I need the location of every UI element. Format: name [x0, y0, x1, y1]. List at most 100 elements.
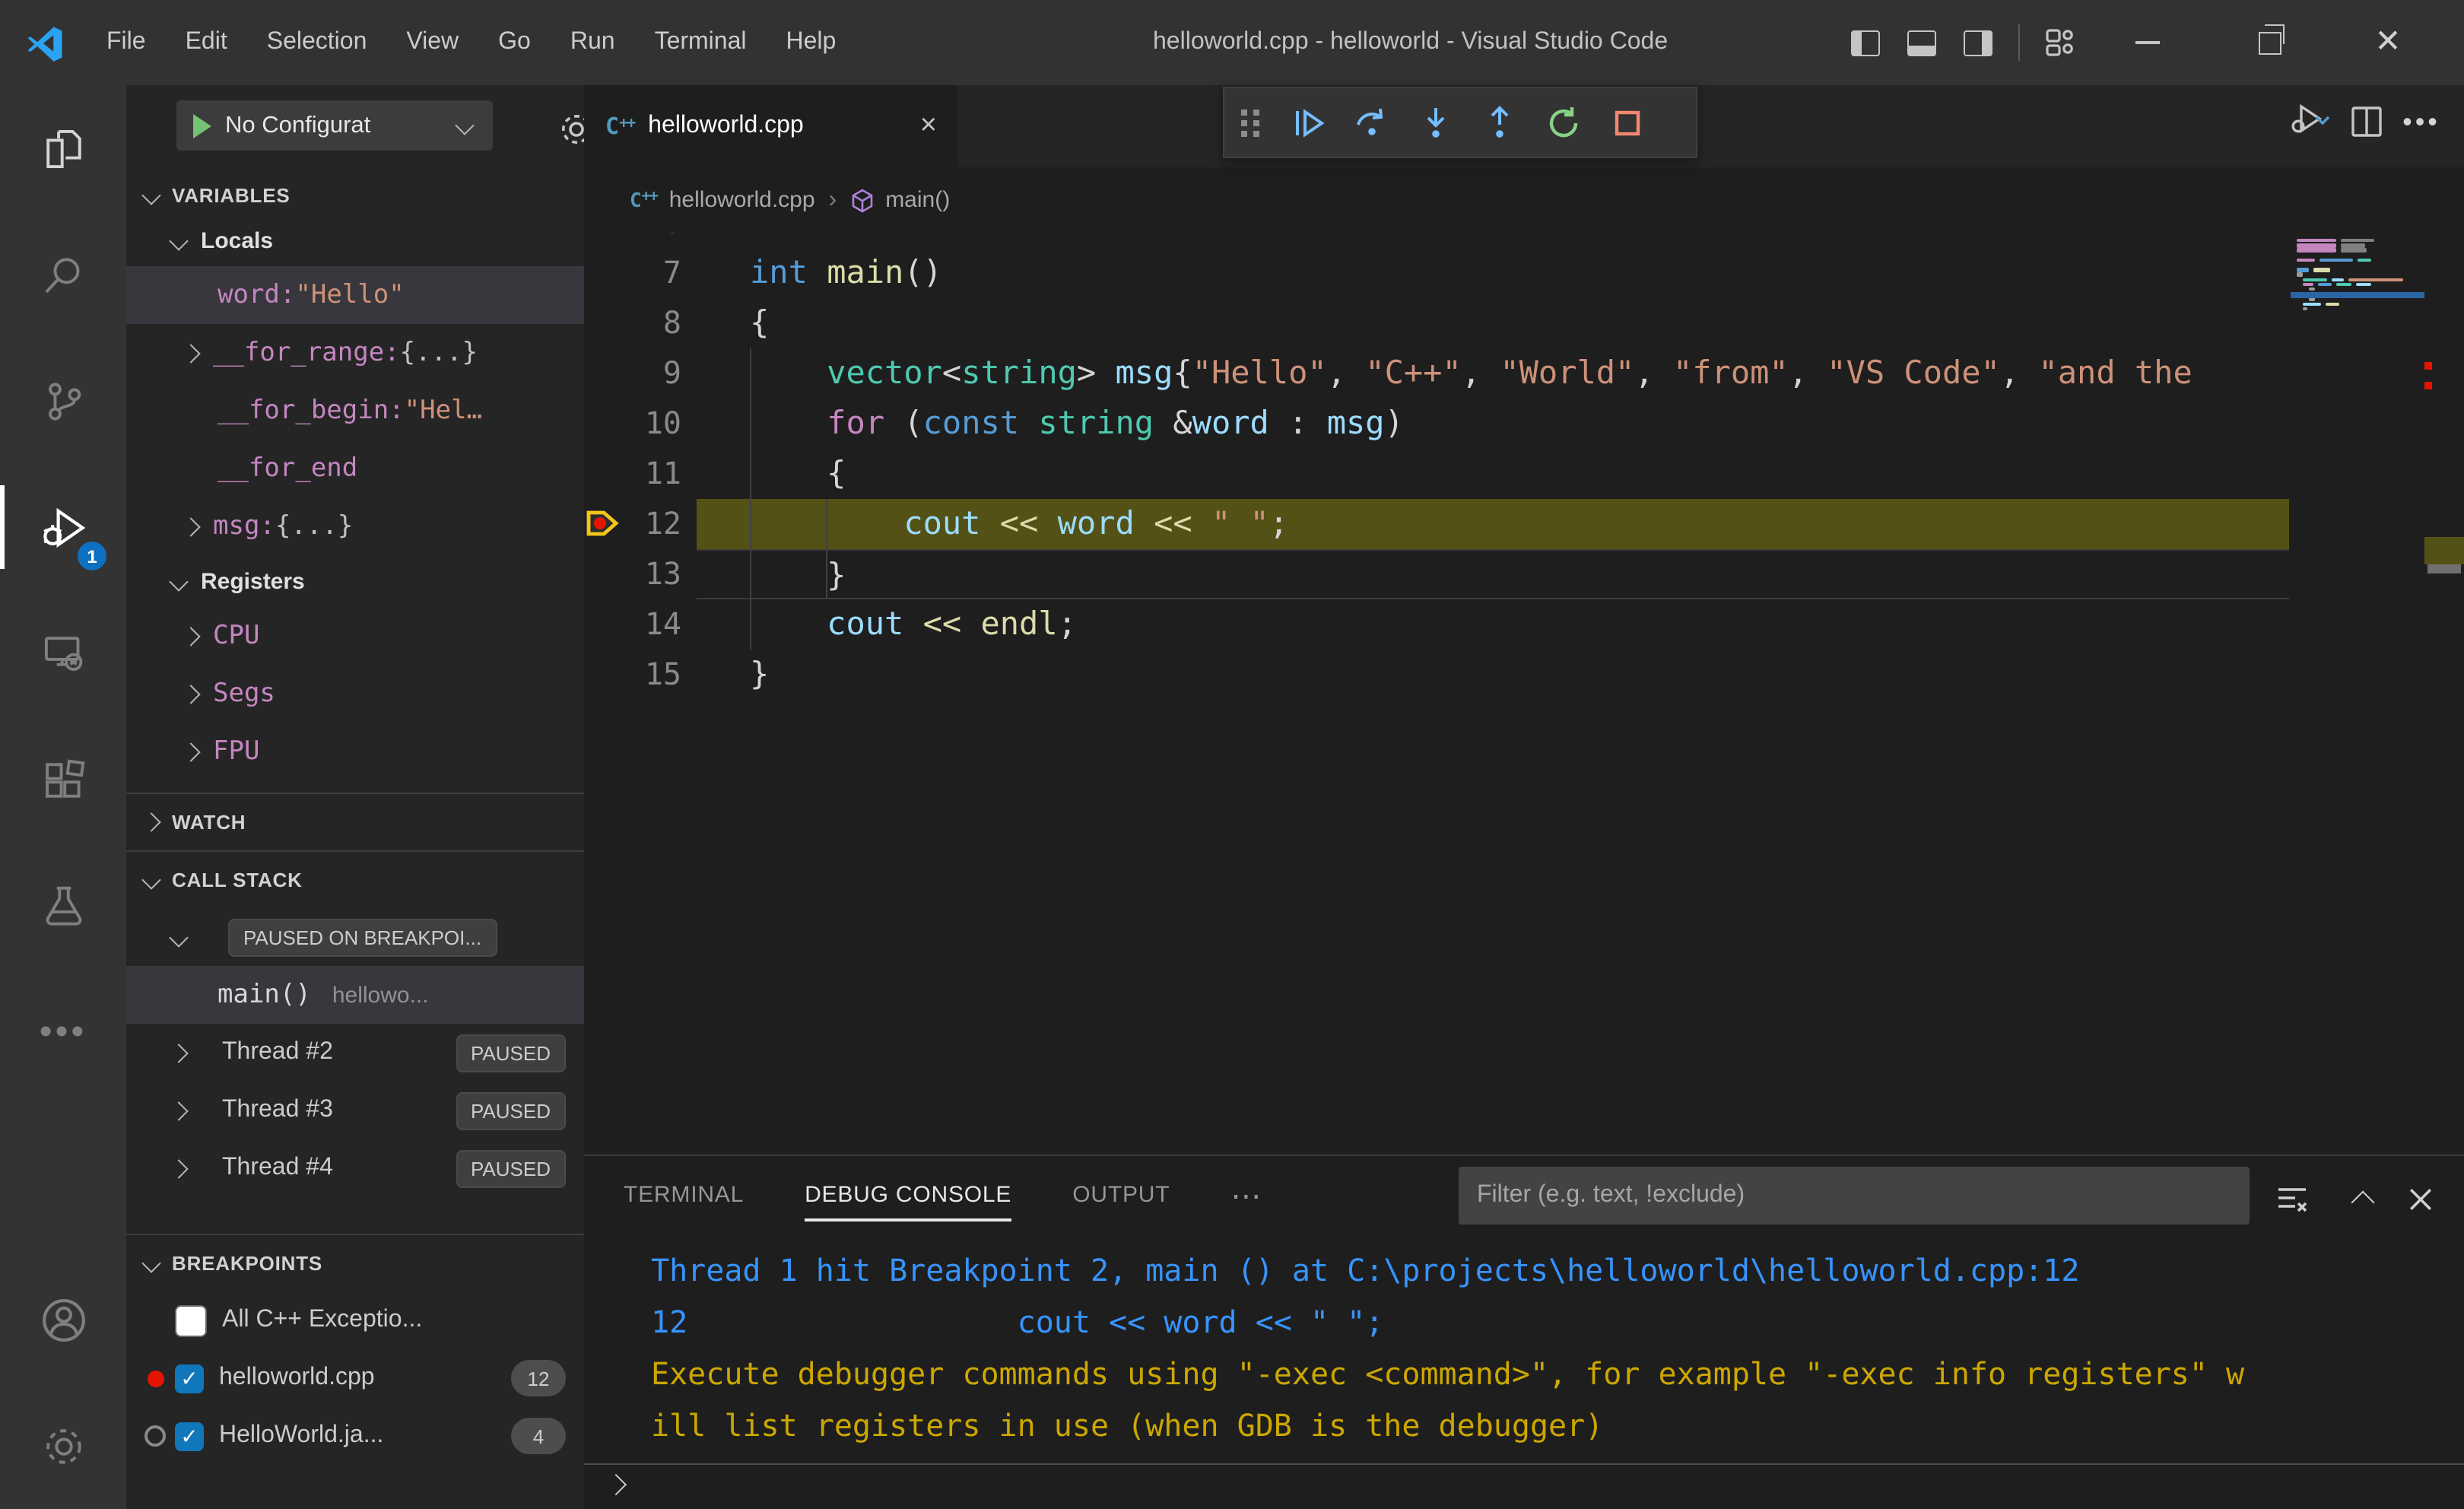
thread-row[interactable]: Thread #3 PAUSED [126, 1082, 584, 1139]
thread-row[interactable]: Thread #2 PAUSED [126, 1024, 584, 1082]
current-execution-line[interactable]: cout << word << " "; [697, 499, 2289, 549]
menu-run[interactable]: Run [551, 0, 635, 85]
thread-row[interactable]: Thread #4 PAUSED [126, 1139, 584, 1197]
breakpoint-checkbox[interactable]: ✓ [175, 1364, 204, 1393]
paused-on-breakpoint-badge: PAUSED ON BREAKPOI... [228, 918, 497, 956]
menu-terminal[interactable]: Terminal [635, 0, 767, 85]
menu-selection[interactable]: Selection [247, 0, 387, 85]
code-line[interactable]: { [697, 298, 2289, 348]
restore-icon[interactable] [2248, 21, 2291, 64]
register-group-row[interactable]: CPU [126, 607, 584, 665]
register-group-row[interactable]: FPU [126, 723, 584, 780]
panel-more-icon[interactable]: ⋯ [1230, 1177, 1264, 1215]
stop-icon[interactable] [1596, 92, 1659, 153]
breakpoint-row[interactable]: All C++ Exceptio... [126, 1291, 584, 1349]
close-icon[interactable]: ✕ [2367, 21, 2409, 64]
toggle-sidebar-icon[interactable] [1843, 21, 1886, 64]
line-number: 11 [644, 455, 681, 491]
breakpoints-section-header[interactable]: BREAKPOINTS [126, 1234, 584, 1291]
minimize-icon[interactable] [2135, 41, 2160, 44]
remote-explorer-icon[interactable] [0, 590, 126, 716]
variables-section-header[interactable]: VARIABLES [126, 175, 584, 214]
call-stack-section-header[interactable]: CALL STACK [126, 850, 584, 908]
code-line[interactable]: } [697, 650, 2289, 700]
variable-name: msg: [213, 511, 275, 542]
search-icon[interactable] [0, 211, 126, 338]
debug-console-output[interactable]: Thread 1 hit Breakpoint 2, main () at C:… [584, 1235, 2464, 1465]
close-panel-icon[interactable] [2397, 1176, 2443, 1221]
more-icon[interactable]: ••• [0, 969, 126, 1095]
continue-icon[interactable] [1276, 92, 1340, 153]
run-and-debug-icon[interactable]: 1 [0, 464, 126, 590]
variable-row[interactable]: msg: {...} [126, 497, 584, 555]
code-line[interactable]: { [697, 449, 2289, 499]
restart-icon[interactable] [1532, 92, 1596, 153]
watch-section-header[interactable]: WATCH [126, 793, 584, 850]
stack-frame-row[interactable]: main() hellowo... [126, 966, 584, 1024]
clear-console-icon[interactable] [2269, 1176, 2315, 1221]
breakpoint-checkbox[interactable] [175, 1304, 207, 1336]
testing-icon[interactable] [0, 843, 126, 969]
close-tab-icon[interactable]: × [914, 110, 943, 143]
step-into-icon[interactable] [1404, 92, 1468, 153]
code-line[interactable] [697, 233, 2289, 248]
configure-gear-icon[interactable] [557, 110, 584, 149]
indent-guide [750, 348, 751, 650]
code-line[interactable]: cout << endl; [697, 599, 2289, 650]
menu-file[interactable]: File [87, 0, 166, 85]
account-icon[interactable] [0, 1256, 126, 1383]
breadcrumb-symbol[interactable]: main() [885, 187, 950, 213]
code-editor[interactable]: 6 7 int main() 8 {9 vector<string> msg{"Hell… [584, 233, 2464, 1155]
register-group-row[interactable]: Segs [126, 665, 584, 723]
explorer-icon[interactable] [0, 85, 126, 211]
code-line[interactable]: vector<string> msg{"Hello", "C++", "Worl… [697, 348, 2289, 399]
panel-tab-terminal[interactable]: TERMINAL [624, 1156, 744, 1235]
breakpoint-checkbox[interactable]: ✓ [175, 1422, 204, 1450]
breakpoint-label: All C++ Exceptio... [222, 1307, 423, 1333]
debug-console-input[interactable] [584, 1463, 2464, 1509]
code-line[interactable]: int main() [697, 248, 2289, 298]
breakpoint-row[interactable]: ✓ HelloWorld.ja... 4 [126, 1407, 584, 1465]
debug-config-dropdown[interactable]: No Configurat [176, 100, 493, 151]
variable-name: word: [218, 280, 296, 310]
panel-tab-output[interactable]: OUTPUT [1072, 1156, 1170, 1235]
menu-view[interactable]: View [386, 0, 478, 85]
panel-tab-debug-console[interactable]: DEBUG CONSOLE [805, 1156, 1012, 1235]
toggle-panel-icon[interactable] [1900, 21, 1942, 64]
step-over-icon[interactable] [1340, 92, 1404, 153]
menu-edit[interactable]: Edit [166, 0, 247, 85]
breadcrumb-file[interactable]: helloworld.cpp [669, 187, 815, 213]
variable-row[interactable]: __for_end [126, 440, 584, 497]
tab-helloworld-cpp[interactable]: C++ helloworld.cpp × [584, 85, 958, 167]
menu-go[interactable]: Go [478, 0, 551, 85]
registers-scope-row[interactable]: Registers [126, 555, 584, 607]
settings-gear-icon[interactable] [0, 1383, 126, 1509]
code-line[interactable]: } [697, 549, 2289, 599]
start-debug-icon[interactable] [193, 113, 211, 138]
extensions-icon[interactable] [0, 716, 126, 843]
split-editor-icon[interactable] [2339, 94, 2394, 149]
locals-scope-row[interactable]: Locals [126, 214, 584, 266]
menu-help[interactable]: Help [767, 0, 856, 85]
maximize-panel-icon[interactable] [2339, 1176, 2385, 1221]
run-or-debug-icon[interactable] [2285, 94, 2339, 149]
line-number: 7 [662, 254, 681, 291]
drag-grip-icon[interactable] [1224, 92, 1276, 153]
more-actions-icon[interactable]: ••• [2394, 94, 2449, 149]
variable-row[interactable]: __for_begin: "Hel… [126, 382, 584, 440]
variable-row[interactable]: word: "Hello" [126, 266, 584, 324]
thread-1-row[interactable]: PAUSED ON BREAKPOI... [126, 908, 584, 966]
toggle-secondary-sidebar-icon[interactable] [1956, 21, 1999, 64]
source-control-icon[interactable] [0, 338, 126, 464]
minimap-line [2318, 282, 2332, 287]
minimap[interactable] [2291, 233, 2424, 1155]
variable-value: {...} [275, 511, 354, 542]
breakpoint-row[interactable]: ✓ helloworld.cpp 12 [126, 1349, 584, 1407]
overview-ruler[interactable] [2424, 233, 2464, 1155]
step-out-icon[interactable] [1468, 92, 1532, 153]
console-filter-input[interactable] [1459, 1167, 2250, 1225]
menu-bar: File Edit Selection View Go Run Terminal Help [87, 0, 856, 85]
code-line[interactable]: for (const string &word : msg) [697, 399, 2289, 449]
variable-row[interactable]: __for_range: {...} [126, 324, 584, 382]
customize-layout-icon[interactable] [2038, 21, 2081, 64]
